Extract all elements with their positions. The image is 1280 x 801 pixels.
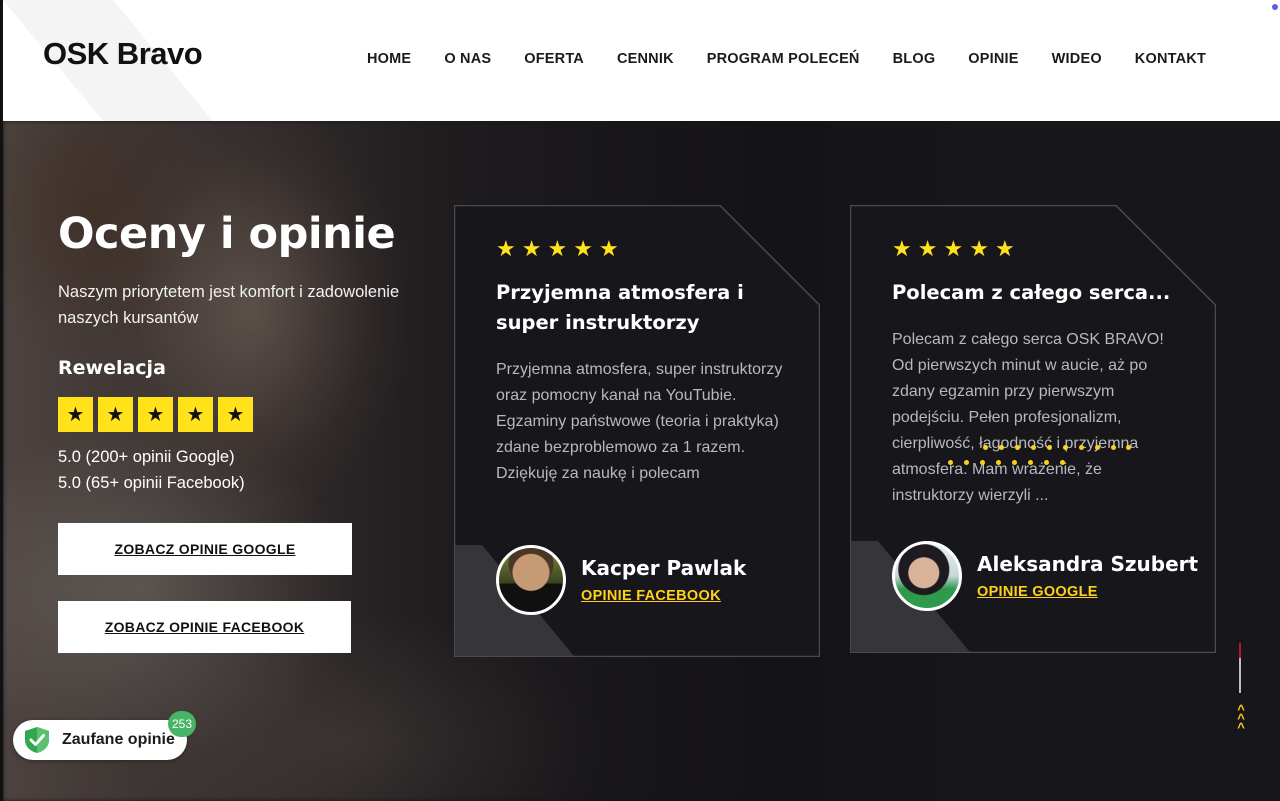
nav-oferta[interactable]: OFERTA xyxy=(524,51,584,67)
main-nav: HOME O NAS OFERTA CENNIK PROGRAM POLECEŃ… xyxy=(367,51,1206,67)
card-stars: ★ ★ ★ ★ ★ xyxy=(496,238,619,260)
star-icon: ★ xyxy=(138,397,173,432)
nav-wideo[interactable]: WIDEO xyxy=(1052,51,1102,67)
star-icon: ★ xyxy=(496,236,516,261)
shield-check-icon xyxy=(25,727,49,753)
nav-cennik[interactable]: CENNIK xyxy=(617,51,674,67)
card-stars: ★ ★ ★ ★ ★ xyxy=(892,238,1015,260)
section-subtitle: Naszym priorytetem jest komfort i zadowo… xyxy=(58,283,400,327)
rating-google: 5.0 (200+ opinii Google) xyxy=(58,448,235,466)
review-card: ★ ★ ★ ★ ★ Polecam z całego serca... Pole… xyxy=(850,205,1216,653)
review-title: Polecam z całego serca... xyxy=(892,281,1171,304)
nav-program-polecen[interactable]: PROGRAM POLECEŃ xyxy=(707,51,860,67)
scroll-progress-bar xyxy=(1239,643,1241,693)
nav-o-nas[interactable]: O NAS xyxy=(444,51,491,67)
reviewer-name: Kacper Pawlak xyxy=(581,556,747,580)
star-icon: ★ xyxy=(969,236,989,261)
star-icon: ★ xyxy=(218,397,253,432)
star-icon: ★ xyxy=(943,236,964,261)
star-icon: ★ xyxy=(98,397,133,432)
nav-kontakt[interactable]: KONTAKT xyxy=(1135,51,1206,67)
star-icon: ★ xyxy=(994,236,1015,261)
site-header: OSK Bravo HOME O NAS OFERTA CENNIK PROGR… xyxy=(0,0,1280,121)
avatar xyxy=(892,541,962,611)
trust-badge-label: Zaufane opinie xyxy=(62,731,175,748)
star-icon: ★ xyxy=(58,397,93,432)
star-icon: ★ xyxy=(547,236,568,261)
nav-home[interactable]: HOME xyxy=(367,51,411,67)
star-icon: ★ xyxy=(598,236,619,261)
chevrons-up-icon[interactable]: ^ ^ ^ xyxy=(1234,703,1248,734)
avatar xyxy=(496,545,566,615)
reviewer-name: Aleksandra Szubert xyxy=(977,552,1199,576)
star-icon: ★ xyxy=(521,236,542,261)
review-text: Przyjemna atmosfera, super instruktorzy … xyxy=(496,361,783,482)
rating-facebook: 5.0 (65+ opinii Facebook) xyxy=(58,474,245,492)
trust-badge[interactable]: Zaufane opinie xyxy=(13,720,187,760)
nav-opinie[interactable]: OPINIE xyxy=(968,51,1018,67)
reviews-section: Oceny i opinie Naszym priorytetem jest k… xyxy=(0,121,1280,801)
star-icon: ★ xyxy=(178,397,213,432)
section-title: Oceny i opinie xyxy=(58,209,396,259)
corner-dot xyxy=(1272,4,1278,10)
logo-bold: OSK xyxy=(43,36,109,71)
trust-badge-count: 253 xyxy=(168,711,196,737)
star-icon: ★ xyxy=(892,236,912,261)
review-text: Polecam z całego serca OSK BRAVO! Od pie… xyxy=(892,331,1164,504)
star-icon: ★ xyxy=(917,236,938,261)
nav-blog[interactable]: BLOG xyxy=(893,51,936,67)
rating-stars: ★ ★ ★ ★ ★ xyxy=(58,397,253,432)
google-reviews-button[interactable]: ZOBACZ OPINIE GOOGLE xyxy=(58,523,352,575)
facebook-reviews-button[interactable]: ZOBACZ OPINIE FACEBOOK xyxy=(58,601,351,653)
review-title: Przyjemna atmosfera i super instruktorzy xyxy=(496,281,744,334)
review-card: ★ ★ ★ ★ ★ Przyjemna atmosfera i super in… xyxy=(454,205,820,657)
rating-label: Rewelacja xyxy=(58,357,166,379)
review-source-link[interactable]: OPINIE GOOGLE xyxy=(977,584,1098,600)
star-icon: ★ xyxy=(573,236,593,261)
logo-text: Bravo xyxy=(108,36,203,71)
site-logo[interactable]: OSK Bravo xyxy=(43,36,203,72)
review-source-link[interactable]: OPINIE FACEBOOK xyxy=(581,588,721,604)
slider-dots[interactable] xyxy=(948,444,1138,468)
